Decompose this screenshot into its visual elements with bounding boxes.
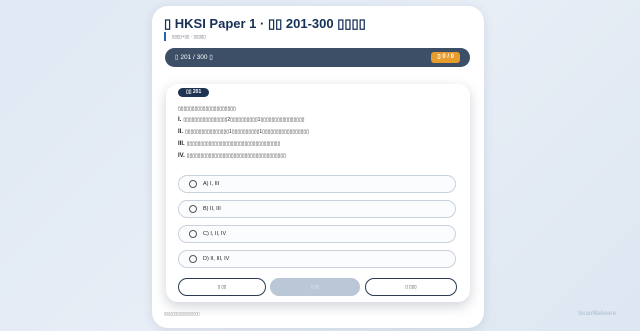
option-label: C) I, II, IV (203, 231, 227, 237)
option-c[interactable]: C) I, II, IV (178, 225, 456, 243)
option-label: A) I, III (203, 181, 220, 187)
score-badge: ▯ 0 / 0 (431, 52, 460, 63)
prev-button[interactable]: ▯ ▯▯ (178, 278, 266, 296)
radio-icon[interactable] (189, 230, 197, 238)
next-button[interactable]: ▯ ▯▯▯ (365, 278, 457, 296)
statement-4: IV. ▯▯▯▯▯▯▯▯▯▯▯▯▯▯▯▯▯▯▯▯▯▯▯▯▯▯▯▯▯▯▯▯▯▯▯▯ (178, 153, 286, 159)
statement-1: I. ▯▯▯▯▯▯▯▯▯▯▯▯▯▯▯▯2▯▯▯▯▯▯▯▯▯▯1▯▯▯▯▯▯▯▯▯▯… (178, 117, 304, 123)
statement-text: ▯▯▯▯▯▯▯▯▯▯▯▯▯▯▯▯1▯▯▯▯▯▯▯▯▯▯1▯▯▯▯▯▯▯▯▯▯▯▯… (185, 129, 309, 135)
radio-icon[interactable] (189, 255, 197, 263)
statement-3: III. ▯▯▯▯▯▯▯▯▯▯▯▯▯▯▯▯▯▯▯▯▯▯▯▯▯▯▯▯▯▯▯▯▯▯ (178, 141, 280, 147)
statement-number: II. (178, 129, 184, 135)
footer-text: ▯▯▯▯▯▯▯▯▯▯▯▯▯▯▯▯▯ (164, 312, 200, 316)
progress-label: ▯ 201 / 300 ▯ (175, 54, 213, 61)
question-card: ▯▯ 201 ▯▯▯▯▯▯▯▯▯▯▯▯▯▯▯▯▯▯▯▯▯ I. ▯▯▯▯▯▯▯▯▯… (166, 84, 470, 302)
quiz-card: ▯ HKSI Paper 1 · ▯▯ 201-300 ▯▯▯▯ ▯▯▯▯+▯▯… (152, 6, 484, 328)
question-number-badge: ▯▯ 201 (178, 88, 210, 97)
progress-bar: ▯ 201 / 300 ▯ ▯ 0 / 0 (165, 48, 470, 67)
statement-number: I. (178, 117, 182, 123)
question-stem: ▯▯▯▯▯▯▯▯▯▯▯▯▯▯▯▯▯▯▯▯▯ (178, 106, 236, 112)
option-label: B) II, III (203, 206, 221, 212)
statement-number: IV. (178, 153, 185, 159)
page-title: ▯ HKSI Paper 1 · ▯▯ 201-300 ▯▯▯▯ (164, 16, 366, 31)
radio-icon[interactable] (189, 205, 197, 213)
page-subtitle: ▯▯▯▯+▯▯ · ▯▯▯▯▯ (164, 32, 206, 41)
statement-2: II. ▯▯▯▯▯▯▯▯▯▯▯▯▯▯▯▯1▯▯▯▯▯▯▯▯▯▯1▯▯▯▯▯▯▯▯▯… (178, 129, 309, 135)
statement-text: ▯▯▯▯▯▯▯▯▯▯▯▯▯▯▯▯2▯▯▯▯▯▯▯▯▯▯1▯▯▯▯▯▯▯▯▯▯▯▯… (183, 117, 305, 123)
option-a[interactable]: A) I, III (178, 175, 456, 193)
statement-number: III. (178, 141, 185, 147)
option-d[interactable]: D) II, III, IV (178, 250, 456, 268)
statement-text: ▯▯▯▯▯▯▯▯▯▯▯▯▯▯▯▯▯▯▯▯▯▯▯▯▯▯▯▯▯▯▯▯▯▯▯▯ (186, 153, 286, 159)
option-b[interactable]: B) II, III (178, 200, 456, 218)
option-label: D) II, III, IV (203, 256, 230, 262)
submit-button[interactable]: ▯ ▯▯ (270, 278, 360, 296)
radio-icon[interactable] (189, 180, 197, 188)
watermark-logo: ScanMalware (578, 311, 617, 317)
statement-text: ▯▯▯▯▯▯▯▯▯▯▯▯▯▯▯▯▯▯▯▯▯▯▯▯▯▯▯▯▯▯▯▯▯▯ (186, 141, 281, 147)
